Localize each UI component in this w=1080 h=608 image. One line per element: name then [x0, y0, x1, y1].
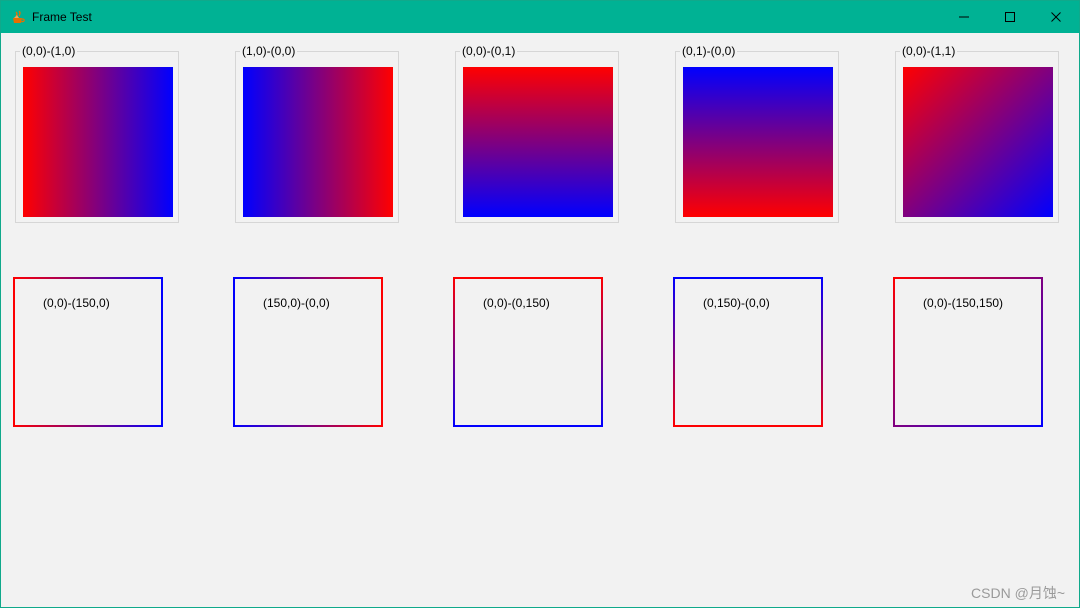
gradient-panel-horizontal: (0,0)-(1,0) — [15, 44, 179, 223]
gradient-frame-horizontal: (0,0)-(150,0) — [13, 277, 163, 427]
gradient-panel-vertical: (0,0)-(0,1) — [455, 44, 619, 223]
frame-label: (0,0)-(150,0) — [43, 296, 110, 310]
frame-label: (150,0)-(0,0) — [263, 296, 330, 310]
frame-interior: (0,0)-(150,150) — [895, 279, 1041, 425]
gradient-frame-diagonal: (0,0)-(150,150) — [893, 277, 1043, 427]
gradient-frame-horizontal-reversed: (150,0)-(0,0) — [233, 277, 383, 427]
window-title: Frame Test — [32, 10, 92, 24]
gradient-swatch — [463, 67, 613, 217]
frame-label: (0,150)-(0,0) — [703, 296, 770, 310]
watermark: CSDN @月蚀~ — [971, 585, 1065, 601]
gradient-panel-diagonal: (0,0)-(1,1) — [895, 44, 1059, 223]
panel-title: (0,0)-(1,1) — [900, 44, 958, 59]
panel-title: (0,0)-(1,0) — [20, 44, 78, 59]
frame-label: (0,0)-(150,150) — [923, 296, 1004, 310]
client-area: (0,0)-(1,0) (1,0)-(0,0) (0,0)-(0,1) (0,1… — [1, 33, 1079, 607]
panel-title: (0,1)-(0,0) — [680, 44, 738, 59]
panel-title: (1,0)-(0,0) — [240, 44, 298, 59]
gradient-swatch — [683, 67, 833, 217]
frame-interior: (0,0)-(150,0) — [15, 279, 161, 425]
gradient-frame-vertical: (0,0)-(0,150) — [453, 277, 603, 427]
minimize-button[interactable] — [941, 1, 987, 33]
gradient-swatch — [903, 67, 1053, 217]
frame-interior: (0,150)-(0,0) — [675, 279, 821, 425]
gradient-frame-vertical-reversed: (0,150)-(0,0) — [673, 277, 823, 427]
close-icon — [1051, 12, 1061, 22]
app-window: Frame Test (0,0)-(1,0) (1,0)-(0,0) (0,0)… — [0, 0, 1080, 608]
frame-interior: (0,0)-(0,150) — [455, 279, 601, 425]
title-bar[interactable]: Frame Test — [1, 1, 1079, 33]
close-button[interactable] — [1033, 1, 1079, 33]
frame-interior: (150,0)-(0,0) — [235, 279, 381, 425]
maximize-icon — [1005, 12, 1015, 22]
maximize-button[interactable] — [987, 1, 1033, 33]
java-cup-icon — [10, 9, 26, 25]
gradient-swatch — [23, 67, 173, 217]
gradient-panel-horizontal-reversed: (1,0)-(0,0) — [235, 44, 399, 223]
gradient-panel-vertical-reversed: (0,1)-(0,0) — [675, 44, 839, 223]
frame-label: (0,0)-(0,150) — [483, 296, 550, 310]
minimize-icon — [959, 16, 969, 18]
gradient-swatch — [243, 67, 393, 217]
panel-title: (0,0)-(0,1) — [460, 44, 518, 59]
